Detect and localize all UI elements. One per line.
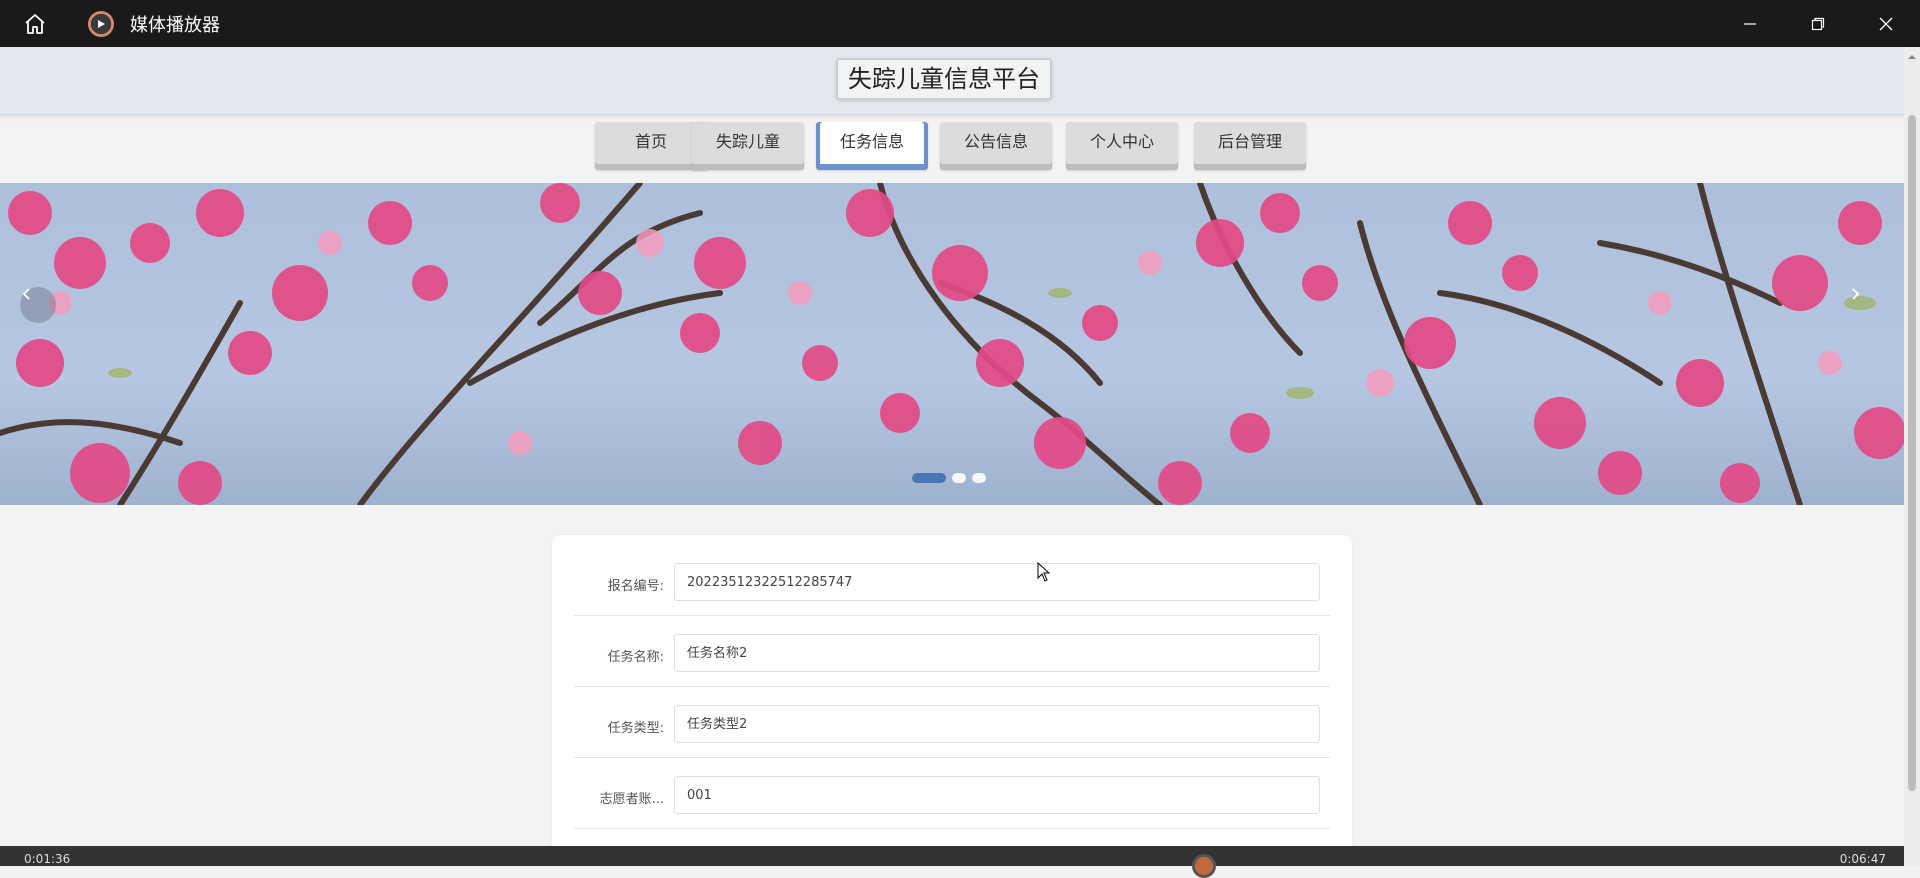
remaining-time: 0:06:47 (1839, 852, 1886, 866)
form-row: 任务类型: 任务类型2 (574, 687, 1330, 758)
banner-carousel[interactable] (0, 183, 1904, 505)
carousel-prev-button[interactable] (20, 287, 56, 323)
volunteer-account-field[interactable]: 001 (674, 776, 1320, 814)
media-controls-bar: 0:01:36 0:06:47 (0, 846, 1904, 878)
media-player-titlebar: 媒体播放器 (0, 0, 1920, 47)
close-button[interactable] (1852, 0, 1920, 47)
carousel-dot[interactable] (972, 473, 986, 483)
carousel-dot[interactable] (952, 473, 966, 483)
close-icon (1879, 17, 1893, 30)
web-page: 失踪儿童信息平台 首页 失踪儿童 任务信息 公告信息 个人中心 后台管理 报名编… (0, 47, 1904, 866)
carousel-next-button[interactable] (1848, 287, 1884, 323)
play-circle-icon (88, 10, 114, 37)
app-title: 媒体播放器 (130, 14, 220, 36)
nav-item-admin[interactable]: 后台管理 (1194, 122, 1306, 170)
field-label: 任务名称: (607, 650, 664, 665)
chevron-left-icon (22, 288, 30, 300)
minimize-button[interactable] (1716, 0, 1784, 47)
restore-icon (1811, 17, 1825, 30)
nav-item-personal-center[interactable]: 个人中心 (1066, 122, 1178, 170)
site-header: 失踪儿童信息平台 (0, 47, 1904, 115)
window-controls (1716, 0, 1920, 47)
restore-button[interactable] (1784, 0, 1852, 47)
main-nav: 首页 失踪儿童 任务信息 公告信息 个人中心 后台管理 (0, 122, 1904, 180)
field-label: 志愿者账... (599, 792, 664, 807)
page-scrollbar[interactable] (1904, 47, 1920, 866)
form-row: 任务名称: 任务名称2 (574, 616, 1330, 687)
chevron-right-icon (1852, 288, 1860, 300)
mouse-cursor-icon (1037, 562, 1051, 582)
carousel-dot[interactable] (912, 473, 946, 483)
carousel-indicators (912, 473, 986, 483)
minimize-icon (1744, 22, 1756, 25)
seek-knob[interactable] (1192, 854, 1216, 878)
scroll-up-icon[interactable] (1908, 53, 1916, 61)
nav-item-home[interactable]: 首页 (595, 122, 707, 170)
field-label: 报名编号: (607, 579, 664, 594)
cherry-blossom-image (0, 183, 1904, 505)
site-title: 失踪儿童信息平台 (836, 58, 1052, 100)
nav-item-missing-children[interactable]: 失踪儿童 (692, 122, 804, 170)
task-name-field[interactable]: 任务名称2 (674, 634, 1320, 672)
home-button[interactable] (0, 0, 70, 47)
form-row: 志愿者账... 001 (574, 758, 1330, 829)
field-label: 任务类型: (607, 721, 664, 736)
task-type-field[interactable]: 任务类型2 (674, 705, 1320, 743)
nav-item-announcements[interactable]: 公告信息 (940, 122, 1052, 170)
registration-number-field[interactable]: 20223512322512285747 (674, 563, 1320, 601)
scrollbar-thumb[interactable] (1908, 115, 1916, 791)
form-row: 报名编号: 20223512322512285747 (574, 545, 1330, 616)
home-icon (25, 13, 45, 34)
task-detail-form: 报名编号: 20223512322512285747 任务名称: 任务名称2 任… (552, 535, 1352, 866)
nav-item-tasks[interactable]: 任务信息 (816, 122, 928, 170)
elapsed-time: 0:01:36 (24, 852, 71, 866)
